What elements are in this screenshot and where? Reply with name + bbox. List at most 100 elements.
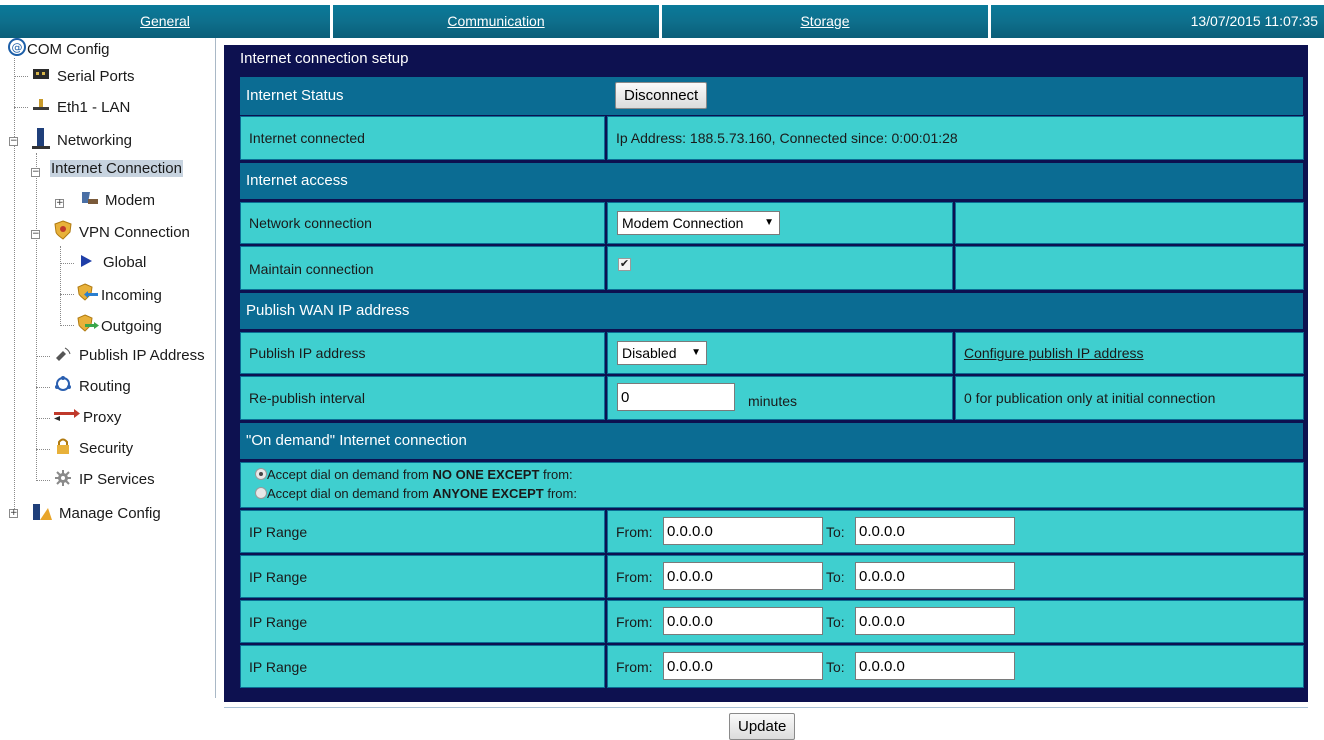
tree-label: Security (79, 440, 134, 458)
ip-range-from-input[interactable] (663, 652, 823, 680)
tree-item-serial-ports[interactable]: Serial Ports (30, 65, 136, 87)
republish-note-cell: 0 for publication only at initial connec… (955, 376, 1304, 420)
from-label: From: (616, 659, 653, 675)
play-arrow-icon (76, 251, 98, 276)
internet-connected-label: Internet connected (249, 130, 365, 146)
tree-item-proxy[interactable]: Proxy (52, 406, 122, 428)
radio-text: Accept dial on demand from (267, 486, 433, 501)
top-navigation: General Communication Storage 13/07/2015… (0, 5, 1324, 38)
tree-item-internet-connection[interactable]: Internet Connection (50, 158, 183, 180)
radio-no-one-except[interactable]: Accept dial on demand from NO ONE EXCEPT… (255, 467, 573, 482)
satellite-icon (52, 344, 74, 369)
ip-range-value-cell: From: To: (607, 600, 1304, 643)
ip-range-label-cell: IP Range (240, 600, 605, 643)
proxy-arrows-icon (52, 406, 82, 431)
to-label: To: (826, 614, 845, 630)
maintain-connection-checkbox[interactable]: ✔ (618, 258, 631, 271)
radio-emphasis: NO ONE EXCEPT (432, 467, 540, 482)
to-label: To: (826, 569, 845, 585)
manage-config-icon (30, 500, 54, 529)
ip-range-to-input[interactable] (855, 517, 1015, 545)
section-on-demand: "On demand" Internet connection (240, 423, 1303, 459)
dropdown-arrow-icon: ▼ (691, 347, 701, 358)
ip-range-to-input[interactable] (855, 562, 1015, 590)
tree-label: Modem (105, 192, 156, 210)
radio-button[interactable] (255, 487, 267, 499)
status-label-cell: Internet connected (240, 116, 605, 160)
com-config-icon: @ (8, 38, 26, 63)
network-connection-select[interactable]: Modem Connection ▼ (617, 211, 780, 235)
section-internet-status: Internet Status (240, 77, 1303, 115)
republish-interval-label: Re-publish interval (249, 390, 365, 406)
ip-range-from-input[interactable] (663, 607, 823, 635)
tab-storage[interactable]: Storage (662, 5, 988, 38)
configure-publish-link[interactable]: Configure publish IP address (964, 345, 1144, 361)
maintain-extra-cell (955, 246, 1304, 290)
select-value: Disabled (622, 345, 677, 361)
radio-anyone-except[interactable]: Accept dial on demand from ANYONE EXCEPT… (255, 486, 577, 501)
collapse-internet-connection-icon[interactable]: − (31, 168, 40, 177)
tree-item-modem[interactable]: Modem (78, 189, 156, 211)
tree-root[interactable]: @ COM Config (8, 38, 111, 60)
tree-item-outgoing[interactable]: Outgoing (76, 313, 163, 335)
tree-item-ip-services[interactable]: IP Services (52, 468, 156, 490)
tree-connector (60, 263, 74, 264)
ip-range-to-input[interactable] (855, 652, 1015, 680)
tree-label: VPN Connection (79, 224, 190, 242)
ip-range-label: IP Range (249, 569, 308, 585)
republish-interval-input[interactable] (617, 383, 735, 411)
collapse-vpn-icon[interactable]: − (31, 230, 40, 239)
maintain-value-cell: ✔ (607, 246, 953, 290)
ip-range-from-input[interactable] (663, 562, 823, 590)
tree-item-incoming[interactable]: Incoming (76, 282, 163, 304)
networking-icon (30, 127, 52, 156)
modem-icon (78, 189, 100, 214)
tree-label: Incoming (101, 287, 162, 305)
network-connection-label: Network connection (249, 215, 372, 231)
tree-connector (36, 387, 50, 388)
radio-text: from: (543, 486, 577, 501)
tree-label: Manage Config (59, 505, 161, 523)
expand-modem-icon[interactable]: + (55, 199, 64, 208)
tree-connector (36, 418, 50, 419)
ip-range-to-input[interactable] (855, 607, 1015, 635)
ip-range-from-input[interactable] (663, 517, 823, 545)
tree-item-vpn-connection[interactable]: VPN Connection (52, 220, 191, 242)
disconnect-button[interactable]: Disconnect (615, 82, 708, 109)
tree-item-routing[interactable]: Routing (52, 375, 132, 397)
select-value: Modem Connection (622, 215, 744, 231)
tree-item-manage-config[interactable]: Manage Config (30, 500, 162, 522)
tree-item-security[interactable]: Security (52, 437, 134, 459)
publish-ip-select[interactable]: Disabled ▼ (617, 341, 707, 365)
tree-item-eth1[interactable]: Eth1 - LAN (30, 96, 131, 118)
tree-item-networking[interactable]: Networking (30, 127, 133, 149)
section-title: Publish WAN IP address (246, 302, 410, 319)
publish-ip-label: Publish IP address (249, 345, 366, 361)
radio-button-selected[interactable] (255, 468, 267, 480)
tree-connector (36, 449, 50, 450)
connection-info: Ip Address: 188.5.73.160, Connected sinc… (616, 130, 958, 146)
network-value-cell: Modem Connection ▼ (607, 202, 953, 244)
republish-value-cell: minutes (607, 376, 953, 420)
section-internet-access: Internet access (240, 163, 1303, 199)
publish-value-cell: Disabled ▼ (607, 332, 953, 374)
update-button[interactable]: Update (729, 713, 796, 740)
dropdown-arrow-icon: ▼ (764, 217, 774, 228)
radio-emphasis: ANYONE EXCEPT (432, 486, 544, 501)
tree-connector (14, 58, 15, 513)
tree-item-global[interactable]: Global (76, 251, 147, 273)
publish-label-cell: Publish IP address (240, 332, 605, 374)
republish-note: 0 for publication only at initial connec… (964, 390, 1216, 406)
tab-communication[interactable]: Communication (333, 5, 659, 38)
collapse-networking-icon[interactable]: − (9, 137, 18, 146)
to-label: To: (826, 524, 845, 540)
radio-text: from: (539, 467, 573, 482)
tree-item-publish-ip[interactable]: Publish IP Address (52, 344, 206, 366)
tree-connector (60, 325, 74, 326)
ip-range-label-cell: IP Range (240, 645, 605, 688)
network-icon (30, 96, 52, 121)
internet-connection-panel: Internet connection setup Internet Statu… (224, 45, 1308, 702)
maintain-connection-label: Maintain connection (249, 261, 374, 277)
tab-general[interactable]: General (0, 5, 330, 38)
expand-manage-config-icon[interactable]: + (9, 509, 18, 518)
